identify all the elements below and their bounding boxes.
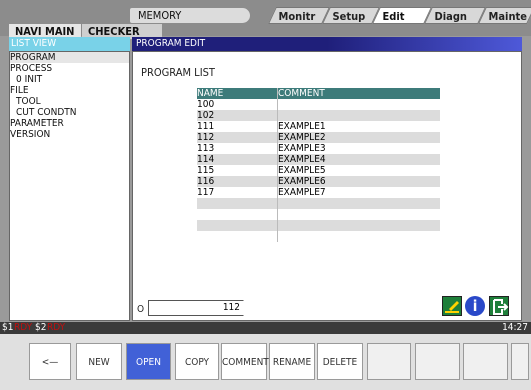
row-comment: EXAMPLE5 — [277, 165, 440, 176]
tree-item-file[interactable]: FILE — [10, 85, 129, 96]
exit-icon[interactable] — [489, 296, 509, 316]
softkey-new[interactable]: NEW — [76, 343, 122, 380]
tab-label: Mainte — [488, 10, 527, 23]
column-header-name: NAME — [197, 88, 224, 99]
program-list-title: PROGRAM LIST — [141, 66, 215, 79]
row-name — [197, 209, 277, 220]
list-view-pane: PROGRAM PROCESS 0 INIT FILE TOOL CUT CON… — [9, 51, 130, 321]
channel-2-state: RDY — [47, 322, 66, 333]
pen-icon-graphic — [445, 301, 459, 313]
tab-label: Setup — [332, 10, 366, 23]
program-edit-title: PROGRAM EDIT — [136, 38, 206, 49]
tab-setup[interactable]: Setup — [322, 7, 380, 24]
row-name — [197, 231, 277, 242]
table-row[interactable]: 117 EXAMPLE7 — [197, 187, 440, 198]
table-row[interactable] — [197, 220, 440, 231]
tree-item-version[interactable]: VERSION — [10, 129, 129, 140]
row-name: 100 — [197, 99, 215, 110]
table-row[interactable]: 115 EXAMPLE5 — [197, 165, 440, 176]
softkey-empty-4[interactable] — [511, 343, 529, 380]
table-row[interactable]: 114 EXAMPLE4 — [197, 154, 440, 165]
status-bar: $1 RDY $2 RDY 14:27 — [0, 322, 531, 334]
softkey-empty-3[interactable] — [463, 343, 508, 380]
row-name: 112 — [197, 132, 215, 143]
table-row[interactable] — [197, 231, 440, 242]
tree-item-cut-condtn[interactable]: CUT CONDTN — [10, 107, 129, 118]
program-table: NAME COMMENT 100 102 111 EXAMPLE1 112 EXAM… — [197, 88, 440, 242]
table-row[interactable]: 116 EXAMPLE6 — [197, 176, 440, 187]
softkey-empty-2[interactable] — [415, 343, 460, 380]
row-comment: EXAMPLE3 — [277, 143, 440, 154]
table-row[interactable]: 102 — [197, 110, 440, 121]
row-comment — [277, 110, 440, 121]
table-row[interactable] — [197, 198, 440, 209]
row-comment — [277, 220, 440, 231]
tree-item-tool[interactable]: TOOL — [10, 96, 129, 107]
channel-1-state: RDY — [14, 322, 33, 333]
tree-item-init[interactable]: 0 INIT — [10, 74, 129, 85]
table-row[interactable]: 111 EXAMPLE1 — [197, 121, 440, 132]
tab-label: Edit — [382, 10, 405, 23]
clock: 14:27 — [502, 322, 528, 333]
tab-diagn[interactable]: Diagn — [424, 7, 486, 24]
row-comment: EXAMPLE2 — [277, 132, 440, 143]
tab-label: Diagn — [434, 10, 467, 23]
table-row[interactable]: 100 — [197, 99, 440, 110]
tree-item-parameter[interactable]: PARAMETER — [10, 118, 129, 129]
row-comment: EXAMPLE4 — [277, 154, 440, 165]
softkey-back[interactable]: <— — [29, 343, 71, 380]
table-header: NAME COMMENT — [197, 88, 440, 99]
row-comment: EXAMPLE1 — [277, 121, 440, 132]
table-row[interactable]: 113 EXAMPLE3 — [197, 143, 440, 154]
row-comment: EXAMPLE7 — [277, 187, 440, 198]
row-comment — [277, 198, 440, 209]
row-name — [197, 220, 277, 231]
row-name: 117 — [197, 187, 215, 198]
tree-item-process[interactable]: PROCESS — [10, 63, 129, 74]
input-prefix-label: O — [137, 304, 145, 315]
row-name: 111 — [197, 121, 215, 132]
tab-edit[interactable]: Edit — [372, 7, 432, 24]
channel-1: $1 — [2, 322, 14, 333]
mode-status-text: MEMORY — [138, 9, 182, 22]
row-comment — [277, 209, 440, 220]
info-icon[interactable]: i — [465, 296, 485, 316]
row-comment: EXAMPLE6 — [277, 176, 440, 187]
row-name: 113 — [197, 143, 215, 154]
softkey-comment[interactable]: COMMENT — [221, 343, 269, 380]
softkey-rename[interactable]: RENAME — [269, 343, 315, 380]
row-name: 116 — [197, 176, 215, 187]
row-name — [197, 198, 277, 209]
list-view-header: LIST VIEW — [9, 37, 130, 51]
pen-icon[interactable] — [442, 296, 462, 316]
tree-item-program[interactable]: PROGRAM — [10, 52, 129, 63]
mode-status-indicator — [210, 8, 250, 23]
tab-label: Monitr — [278, 10, 316, 23]
program-edit-header: PROGRAM EDIT — [132, 37, 522, 51]
softkey-empty-1[interactable] — [367, 343, 411, 380]
list-view-title: LIST VIEW — [11, 38, 57, 49]
table-row[interactable]: 112 EXAMPLE2 — [197, 132, 440, 143]
row-name: 102 — [197, 110, 215, 121]
mode-status: MEMORY — [130, 8, 210, 23]
softkey-open[interactable]: OPEN — [126, 343, 171, 380]
tab-mainte[interactable]: Mainte — [478, 7, 531, 24]
row-comment — [277, 99, 440, 110]
column-header-comment: COMMENT — [277, 88, 440, 99]
row-name: 114 — [197, 154, 215, 165]
program-number-input[interactable]: 112 — [148, 300, 244, 316]
channel-2: $2 — [35, 322, 47, 333]
row-comment — [277, 231, 440, 242]
softkey-copy[interactable]: COPY — [175, 343, 219, 380]
exit-icon-graphic — [493, 299, 509, 315]
tab-monitr[interactable]: Monitr — [268, 7, 330, 24]
table-row[interactable] — [197, 209, 440, 220]
softkey-delete[interactable]: DELETE — [317, 343, 363, 380]
row-name: 115 — [197, 165, 215, 176]
